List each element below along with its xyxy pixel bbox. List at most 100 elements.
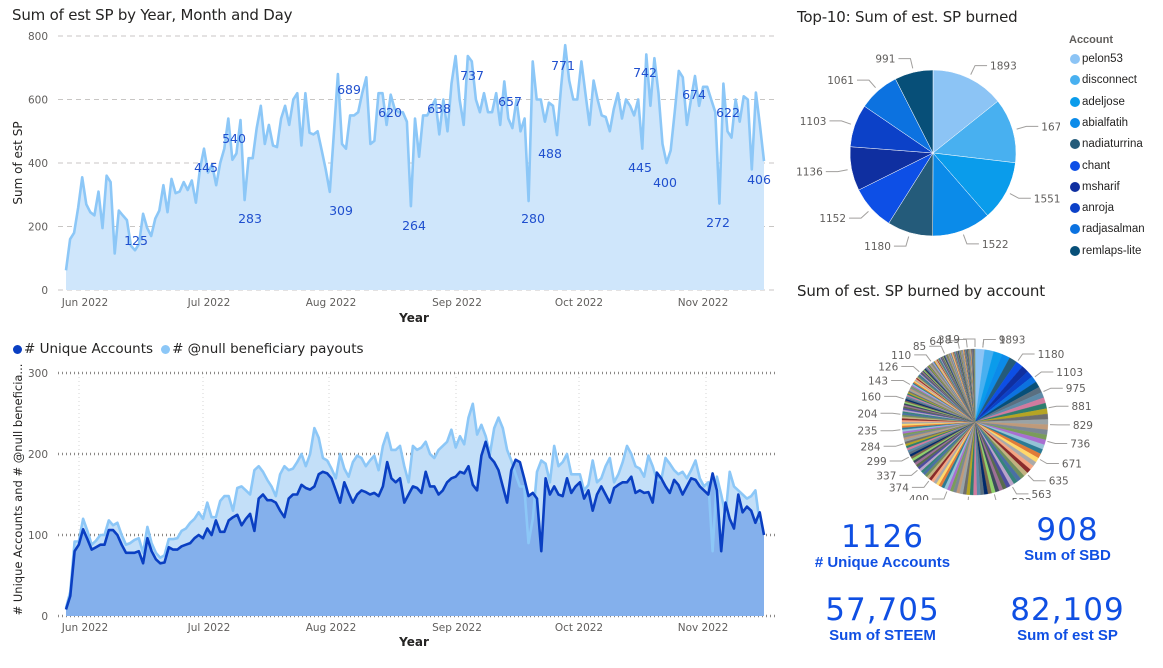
pie-leader-line	[829, 120, 852, 125]
sp-area-chart: 0 200 400 600 800 Jun 2022 Jul 2022 Aug 2022 Sep…	[11, 31, 775, 325]
y-axis-title: Sum of est SP	[11, 121, 25, 204]
legend-label: msharif	[1082, 180, 1120, 193]
data-label: 309	[329, 203, 353, 218]
legend-label: disconnect	[1082, 74, 1137, 87]
kpi-unique-accounts-label: # Unique Accounts	[814, 554, 951, 571]
kpi-sum-est-sp-value: 82,109	[1010, 592, 1125, 628]
pie-data-label: 829	[1073, 420, 1093, 432]
legend-label: remlaps-lite	[1082, 244, 1142, 257]
pie-data-label: 143	[868, 376, 888, 388]
pie-leader-line	[1009, 193, 1031, 199]
legend-dot-icon	[1070, 224, 1080, 235]
legend-dot-icon	[1070, 75, 1080, 86]
legend-item-remlaps-lite[interactable]: remlaps-lite	[1070, 245, 1141, 257]
pie-leader-line	[899, 469, 918, 476]
pie-data-label: 1103	[800, 116, 827, 128]
pie-data-label: 19	[947, 334, 960, 346]
top10-pie-title: Top-10: Sum of est. SP burned	[797, 8, 1018, 26]
pie-leader-line	[1027, 474, 1046, 482]
x-axis-title: Year	[398, 311, 429, 325]
x-tick-label: Jul 2022	[187, 622, 231, 634]
pie-data-label: 563	[1032, 489, 1052, 500]
legend-null-payouts-dot	[161, 344, 171, 354]
pie-data-label: 110	[891, 350, 911, 362]
pie-data-label: 299	[867, 456, 887, 468]
pie-data-label: 975	[1066, 383, 1086, 395]
x-tick-label: Nov 2022	[678, 297, 729, 309]
data-label: 638	[427, 101, 451, 116]
sp-chart-title: Sum of est SP by Year, Month and Day	[12, 6, 293, 24]
pie-leader-line	[1016, 125, 1039, 130]
x-tick-label: Jun 2022	[61, 622, 108, 634]
pie-data-label: 881	[1072, 401, 1092, 413]
kpi-sum-sbd-label: Sum of SBD	[1024, 547, 1111, 564]
pie-leader-line	[856, 79, 876, 88]
legend-label: pelon53	[1082, 53, 1123, 65]
legend-item-msharif[interactable]: msharif	[1070, 181, 1120, 193]
kpi-sum-steem: 57,705 Sum of STEEM	[800, 593, 965, 645]
accounts-area-chart: 0 100 200 300 Jun 2022 Jul 2022 Aug 2022 Sep 20…	[11, 364, 775, 649]
data-label: 445	[628, 160, 652, 175]
x-tick-label: Oct 2022	[555, 622, 603, 634]
data-label: 400	[653, 175, 677, 190]
pie-data-label: 533	[1012, 497, 1032, 500]
legend-label: anroja	[1082, 202, 1114, 215]
pie-data-label: 374	[889, 482, 909, 494]
y-tick-label: 0	[41, 285, 48, 297]
pie-data-label: 1180	[1038, 349, 1065, 361]
legend-item-chant[interactable]: chant	[1070, 160, 1110, 172]
pie-leader-line	[911, 480, 930, 488]
pie-data-label: 204	[857, 408, 877, 420]
data-label: 283	[238, 211, 262, 226]
legend-item-pelon53[interactable]: pelon53	[1070, 53, 1123, 65]
pie-data-label: 736	[1070, 439, 1090, 451]
kpi-sum-sbd: 908 Sum of SBD	[985, 513, 1150, 565]
pie-leader-line	[898, 58, 914, 69]
pie-data-label: 671	[1062, 459, 1082, 471]
legend-item-anroja[interactable]: anroja	[1070, 202, 1114, 214]
y-tick-label: 0	[41, 611, 48, 623]
legend-dot-icon	[1070, 245, 1080, 256]
data-label: 406	[747, 172, 771, 187]
legend-label: chant	[1082, 159, 1111, 172]
pie-leader-line	[1034, 371, 1054, 378]
pie-leader-line	[884, 395, 904, 400]
pie-leader-line	[901, 366, 920, 373]
legend-dot-icon	[1070, 181, 1080, 192]
data-label: 689	[337, 82, 361, 97]
pie-data-label: 85	[913, 341, 926, 353]
data-label: 771	[551, 58, 575, 73]
legend-item-adeljose[interactable]: adeljose	[1070, 96, 1125, 108]
legend-item-disconnect[interactable]: disconnect	[1070, 74, 1137, 86]
pie-data-label: 1103	[1056, 367, 1083, 379]
pie-leader-line	[880, 412, 901, 415]
data-label: 742	[633, 65, 657, 80]
legend-dot-icon	[1070, 117, 1080, 128]
pie-data-label: 160	[861, 391, 881, 403]
pie-leader-line	[1048, 405, 1069, 409]
pie-data-label: 635	[1049, 476, 1069, 488]
legend-null-payouts-label: # @null beneficiary payouts	[172, 341, 364, 357]
x-tick-label: Aug 2022	[306, 297, 357, 309]
legend-item-nadiaturrina[interactable]: nadiaturrina	[1070, 138, 1143, 150]
pie-data-label: 1152	[819, 213, 846, 225]
kpi-sum-est-sp: 82,109 Sum of est SP	[985, 593, 1150, 645]
kpi-unique-accounts: 1126 # Unique Accounts	[800, 520, 965, 572]
pie-data-label: 235	[857, 426, 877, 438]
pie-leader-line	[893, 236, 910, 247]
x-tick-label: Sep 2022	[432, 297, 482, 309]
legend-item-abialfatih[interactable]: abialfatih	[1070, 117, 1128, 129]
legend-label: abialfatih	[1082, 116, 1129, 129]
pie-leader-line	[1043, 387, 1063, 392]
pie-leader-line	[849, 210, 869, 219]
x-tick-label: Jul 2022	[187, 297, 231, 309]
kpi-sum-steem-label: Sum of STEEM	[829, 627, 936, 644]
data-label: 280	[521, 211, 545, 226]
legend-label: radjasalman	[1082, 223, 1145, 236]
data-label: 620	[378, 105, 402, 120]
pie-data-label: 1551	[1034, 193, 1060, 205]
pie-leader-line	[967, 496, 969, 500]
pie-leader-line	[962, 234, 979, 245]
pie-data-label: 1522	[982, 239, 1009, 251]
legend-item-radjasalman[interactable]: radjasalman	[1070, 223, 1145, 235]
